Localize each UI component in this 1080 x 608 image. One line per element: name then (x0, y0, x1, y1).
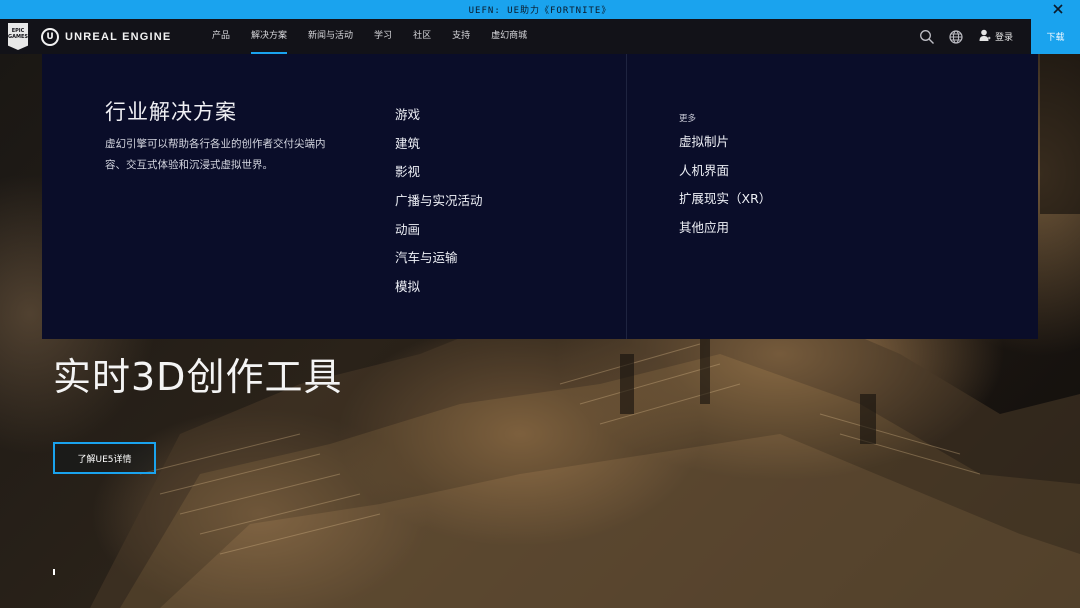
menu-item-film-tv[interactable]: 影视 (395, 163, 483, 192)
epic-games-logo[interactable]: EPIC GAMES (8, 23, 28, 50)
user-icon (979, 29, 991, 45)
top-nav: EPIC GAMES U UNREAL ENGINE 产品 解决方案 新闻与活动… (0, 19, 1080, 54)
menu-item-other-uses[interactable]: 其他应用 (679, 219, 771, 248)
login-button[interactable]: 登录 (979, 19, 1013, 54)
nav-item-products[interactable]: 产品 (212, 19, 230, 54)
menu-item-hmi[interactable]: 人机界面 (679, 162, 771, 191)
learn-ue5-label: 了解UE5详情 (77, 454, 132, 465)
menu-item-architecture[interactable]: 建筑 (395, 135, 483, 164)
login-label: 登录 (995, 33, 1014, 43)
nav-item-community[interactable]: 社区 (413, 19, 431, 54)
more-label: 更多 (679, 114, 697, 124)
download-button[interactable]: 下载 (1031, 19, 1080, 54)
unreal-engine-brand[interactable]: U UNREAL ENGINE (41, 27, 171, 46)
menu-item-animation[interactable]: 动画 (395, 221, 483, 250)
announcement-text[interactable]: UEFN: UE助力《FORTNITE》 (469, 3, 612, 16)
menu-item-simulation[interactable]: 模拟 (395, 278, 483, 307)
nav-item-marketplace[interactable]: 虚幻商城 (491, 19, 527, 54)
announcement-bar[interactable]: UEFN: UE助力《FORTNITE》 (0, 0, 1080, 19)
search-icon[interactable] (919, 29, 935, 45)
nav-item-solutions[interactable]: 解决方案 (251, 19, 288, 54)
brand-name: UNREAL ENGINE (65, 30, 172, 43)
menu-item-automotive[interactable]: 汽车与运输 (395, 249, 483, 278)
nav-item-learn[interactable]: 学习 (374, 19, 392, 54)
carousel-indicator[interactable] (53, 569, 55, 575)
menu-item-broadcast-live-events[interactable]: 广播与实况活动 (395, 192, 483, 221)
menu-divider (626, 54, 627, 339)
unreal-logo-icon: U (41, 27, 59, 46)
main-nav: 产品 解决方案 新闻与活动 学习 社区 支持 虚幻商城 (212, 19, 548, 54)
page: UEFN: UE助力《FORTNITE》 EPIC GAMES U UNREAL… (0, 0, 1080, 608)
globe-icon[interactable] (948, 29, 964, 45)
industry-list: 游戏 建筑 影视 广播与实况活动 动画 汽车与运输 模拟 (395, 106, 483, 307)
more-list: 虚拟制片 人机界面 扩展现实（XR） 其他应用 (679, 133, 771, 248)
unreal-logo-mark: U (46, 31, 54, 42)
mega-menu-title: 行业解决方案 (105, 100, 237, 124)
nav-item-news-events[interactable]: 新闻与活动 (308, 19, 353, 54)
download-label: 下载 (1046, 33, 1065, 43)
menu-item-games[interactable]: 游戏 (395, 106, 483, 135)
solutions-mega-menu: 行业解决方案 虚幻引擎可以帮助各行各业的创作者交付尖端内容、交互式体验和沉浸式虚… (42, 54, 1038, 339)
menu-item-virtual-production[interactable]: 虚拟制片 (679, 133, 771, 162)
learn-ue5-button[interactable]: 了解UE5详情 (53, 442, 156, 474)
menu-item-xr[interactable]: 扩展现实（XR） (679, 190, 771, 219)
nav-item-support[interactable]: 支持 (452, 19, 470, 54)
hero-title: 实时3D创作工具 (53, 355, 343, 399)
epic-logo-text: EPIC GAMES (8, 28, 28, 40)
close-icon[interactable] (1050, 1, 1066, 17)
mega-menu-description: 虚幻引擎可以帮助各行各业的创作者交付尖端内容、交互式体验和沉浸式虚拟世界。 (105, 138, 326, 171)
